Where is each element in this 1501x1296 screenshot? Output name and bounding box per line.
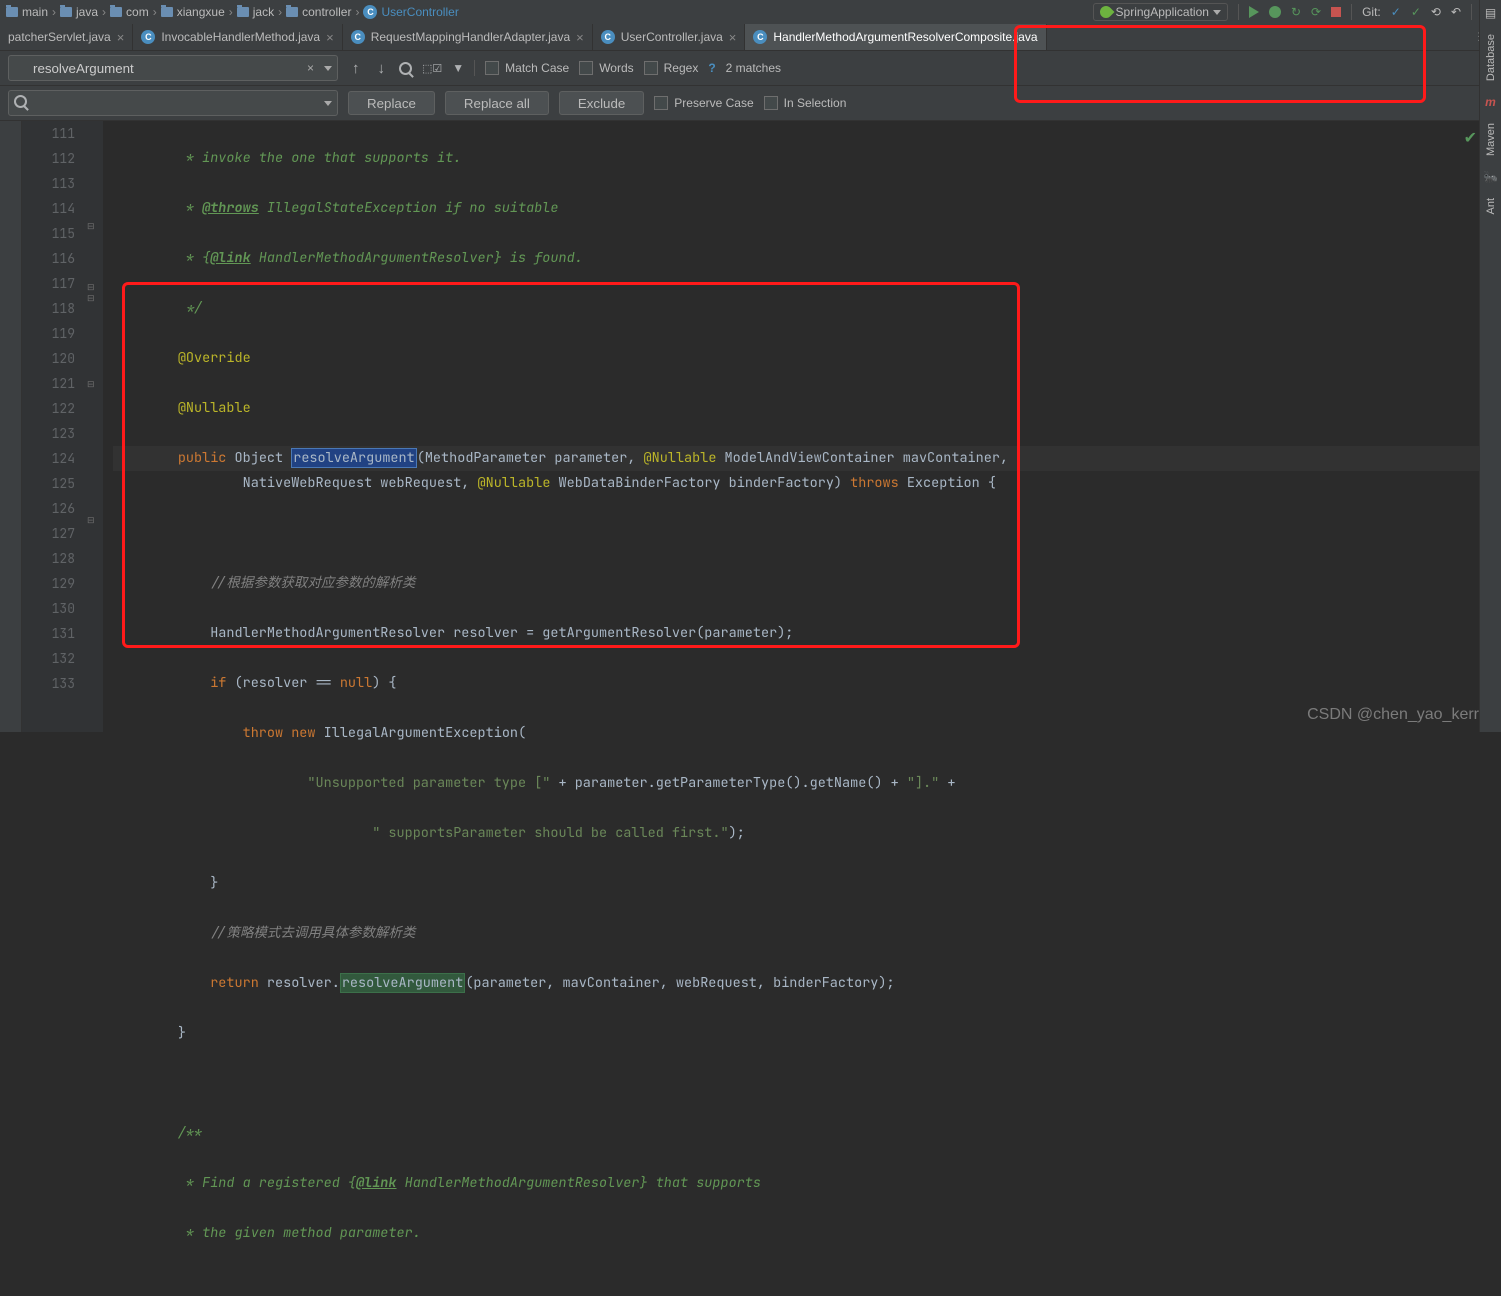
close-icon[interactable]: ×	[729, 30, 737, 45]
chevron-down-icon[interactable]	[324, 101, 332, 106]
git-commit-icon[interactable]: ✓	[1411, 5, 1421, 19]
bc-jack[interactable]: jack	[237, 5, 274, 19]
git-history-icon[interactable]: ⟲	[1431, 5, 1441, 19]
folder-icon	[60, 7, 72, 17]
find-bar: × ↑ ↓ ⬚☑ ▼ Match Case Words Regex ? 2 ma…	[0, 51, 1501, 86]
tab-usercontroller[interactable]: CUserController.java×	[593, 24, 746, 50]
tab-invocable[interactable]: CInvocableHandlerMethod.java×	[133, 24, 342, 50]
run-config-selector[interactable]: SpringApplication	[1093, 3, 1228, 21]
close-icon[interactable]: ×	[117, 30, 125, 45]
bc-class[interactable]: CUserController	[363, 5, 458, 19]
watermark: CSDN @chen_yao_kerr	[1307, 706, 1479, 724]
bc-controller[interactable]: controller	[286, 5, 351, 19]
class-icon: C	[363, 5, 377, 19]
replace-all-button[interactable]: Replace all	[445, 91, 549, 115]
maven-tool[interactable]: Maven	[1485, 123, 1497, 156]
exclude-button[interactable]: Exclude	[559, 91, 644, 115]
git-rollback-icon[interactable]: ↶	[1451, 5, 1461, 19]
clear-icon[interactable]: ×	[307, 61, 314, 75]
bc-xiangxue[interactable]: xiangxue	[161, 5, 225, 19]
git-label: Git:	[1362, 5, 1381, 19]
words-checkbox[interactable]: Words	[579, 61, 633, 75]
folder-icon	[161, 7, 173, 17]
code-area[interactable]: * invoke the one that supports it. * @th…	[103, 121, 1501, 732]
tab-patcherservlet[interactable]: patcherServlet.java×	[0, 24, 133, 50]
filter-icon[interactable]: ▼	[452, 61, 464, 75]
regex-checkbox[interactable]: Regex	[644, 61, 699, 75]
chevron-down-icon	[1213, 10, 1221, 15]
search-hit: resolveArgument	[340, 973, 466, 993]
folder-icon	[110, 7, 122, 17]
git-update-icon[interactable]: ✓	[1391, 5, 1401, 19]
replace-bar: Replace Replace all Exclude Preserve Cas…	[0, 86, 1501, 121]
next-match-button[interactable]: ↓	[374, 60, 390, 77]
editor[interactable]: 1111121131141151161171181191201211221231…	[0, 121, 1501, 732]
right-tool-sidebar: ▤ Database m Maven 🐜 Ant	[1479, 0, 1501, 732]
left-gutter-marker	[0, 121, 22, 732]
replace-button[interactable]: Replace	[348, 91, 435, 115]
editor-tabs: patcherServlet.java× CInvocableHandlerMe…	[0, 24, 1501, 51]
analysis-ok-icon: ✔	[1464, 128, 1477, 148]
select-all-icon[interactable]: ⬚☑	[422, 62, 442, 75]
run-coverage-icon[interactable]: ↻	[1291, 5, 1301, 19]
replace-input[interactable]	[8, 90, 338, 116]
breadcrumb: main › java › com › xiangxue › jack › co…	[0, 0, 1501, 24]
bc-com[interactable]: com	[110, 5, 149, 19]
find-input[interactable]	[8, 55, 338, 81]
class-icon: C	[753, 30, 767, 44]
search-selection: resolveArgument	[291, 448, 417, 468]
close-icon[interactable]: ×	[326, 30, 334, 45]
ant-tool[interactable]: Ant	[1485, 198, 1497, 215]
database-tool[interactable]: Database	[1485, 34, 1497, 81]
class-icon: C	[141, 30, 155, 44]
class-icon: C	[351, 30, 365, 44]
chevron-down-icon[interactable]	[324, 66, 332, 71]
run-toolbar: SpringApplication ↻ ⟳ Git: ✓ ✓ ⟲ ↶	[1093, 0, 1495, 24]
close-icon[interactable]: ×	[576, 30, 584, 45]
bc-java[interactable]: java	[60, 5, 98, 19]
database-icon[interactable]: ▤	[1485, 6, 1496, 20]
tab-rmha[interactable]: CRequestMappingHandlerAdapter.java×	[343, 24, 593, 50]
folder-icon	[286, 7, 298, 17]
find-all-icon[interactable]	[399, 62, 412, 75]
stop-button[interactable]	[1331, 7, 1341, 17]
help-icon[interactable]: ?	[708, 61, 715, 75]
run-button[interactable]	[1249, 6, 1259, 18]
folder-icon	[6, 7, 18, 17]
prev-match-button[interactable]: ↑	[348, 60, 364, 77]
fold-column[interactable]: ⊟ ⊟⊟ ⊟ ⊟	[87, 121, 103, 732]
debug-button[interactable]	[1269, 6, 1281, 18]
bc-main[interactable]: main	[6, 5, 48, 19]
ant-icon[interactable]: 🐜	[1483, 170, 1498, 184]
preserve-case-checkbox[interactable]: Preserve Case	[654, 96, 753, 110]
folder-icon	[237, 7, 249, 17]
match-case-checkbox[interactable]: Match Case	[485, 61, 569, 75]
maven-icon[interactable]: m	[1485, 95, 1496, 109]
class-icon: C	[601, 30, 615, 44]
line-number-gutter: 1111121131141151161171181191201211221231…	[22, 121, 87, 732]
in-selection-checkbox[interactable]: In Selection	[764, 96, 847, 110]
profile-icon[interactable]: ⟳	[1311, 5, 1321, 19]
match-count: 2 matches	[726, 61, 781, 75]
spring-icon	[1097, 4, 1114, 21]
search-icon	[14, 95, 27, 108]
tab-hmarc[interactable]: CHandlerMethodArgumentResolverComposite.…	[745, 24, 1046, 50]
